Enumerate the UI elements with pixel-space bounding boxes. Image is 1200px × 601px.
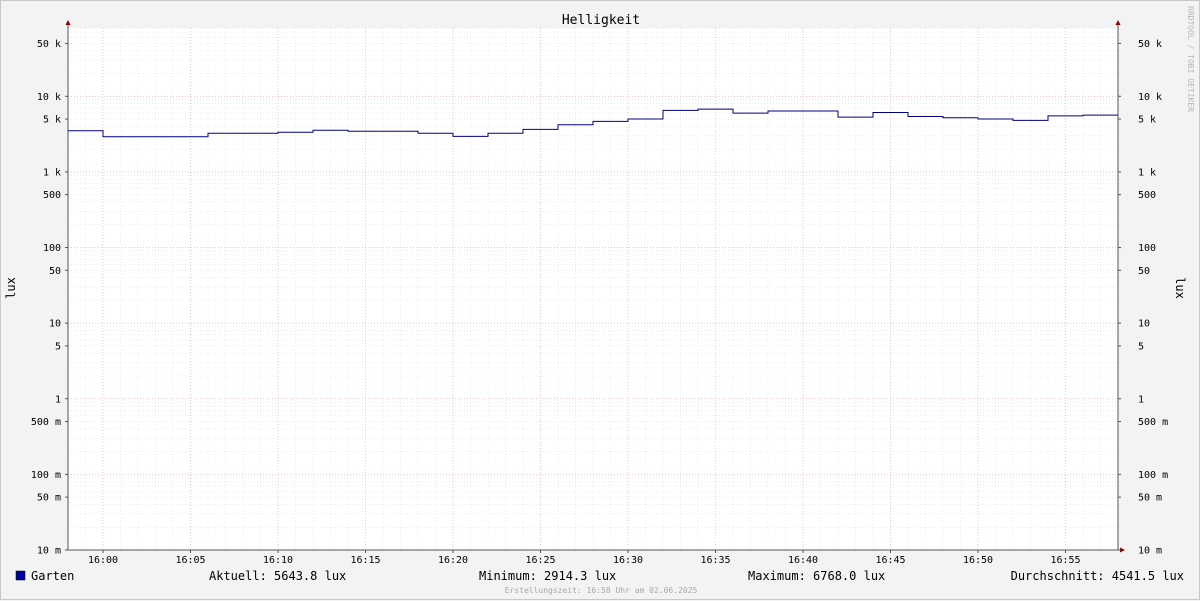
rrdtool-watermark: RRDTOOL / TOBI OETIKER [1186, 6, 1195, 112]
y-tick-label-left: 500 [43, 190, 61, 201]
y-axis-arrow-right [1115, 20, 1121, 25]
y-tick-label-right: 10 m [1138, 546, 1162, 557]
x-tick-label: 16:35 [700, 555, 730, 566]
y-tick-label-left: 10 [49, 319, 61, 330]
x-tick-label: 16:10 [263, 555, 293, 566]
x-tick-label: 16:55 [1050, 555, 1080, 566]
y-tick-label-right: 10 [1138, 319, 1150, 330]
y-tick-label-left: 50 [49, 266, 61, 277]
x-tick-label: 16:20 [438, 555, 468, 566]
chart-title: Helligkeit [562, 13, 640, 28]
y-tick-label-right: 5 [1138, 341, 1144, 352]
y-tick-label-left: 100 m [31, 470, 61, 481]
legend: Garten Aktuell: 5643.8 lux Minimum: 2914… [15, 569, 1184, 595]
y-tick-label-left: 10 k [37, 92, 61, 103]
y-tick-label-right: 100 m [1138, 470, 1168, 481]
y-axis-arrow-left [65, 20, 71, 25]
y-tick-label-left: 5 k [43, 115, 61, 126]
creation-time-footer: Erstellungszeit: 16:58 Uhr am 02.06.2025 [505, 586, 698, 595]
legend-swatch-garten [15, 570, 26, 581]
y-tick-label-left: 10 m [37, 546, 61, 557]
y-tick-label-right: 500 [1138, 190, 1156, 201]
legend-aktuell: Aktuell: 5643.8 lux [209, 569, 346, 583]
legend-durchschnitt: Durchschnitt: 4541.5 lux [1011, 569, 1184, 583]
legend-maximum: Maximum: 6768.0 lux [748, 569, 885, 583]
x-tick-label: 16:30 [613, 555, 643, 566]
legend-series-name: Garten [31, 569, 74, 583]
y-tick-label-left: 1 k [43, 167, 61, 178]
y-tick-label-left: 5 [55, 341, 61, 352]
y-tick-label-right: 50 m [1138, 493, 1162, 504]
x-tick-label: 16:00 [88, 555, 118, 566]
y-axis-label-right: lux [1173, 277, 1187, 299]
y-tick-label-left: 1 [55, 394, 61, 405]
x-tick-label: 16:50 [963, 555, 993, 566]
x-tick-label: 16:05 [175, 555, 205, 566]
y-tick-label-left: 100 [43, 243, 61, 254]
y-tick-label-right: 1 [1138, 394, 1144, 405]
x-tick-label: 16:45 [875, 555, 905, 566]
y-tick-label-right: 50 k [1138, 39, 1162, 50]
y-tick-label-left: 50 m [37, 493, 61, 504]
y-tick-label-right: 10 k [1138, 92, 1162, 103]
x-tick-label: 16:40 [788, 555, 818, 566]
y-tick-label-left: 50 k [37, 39, 61, 50]
y-tick-label-right: 100 [1138, 243, 1156, 254]
y-tick-label-right: 5 k [1138, 115, 1156, 126]
x-tick-label: 16:25 [525, 555, 555, 566]
graph-frame: Helligkeit lux lux RRDTOOL / TOBI OETIKE… [0, 0, 1200, 600]
y-tick-label-right: 500 m [1138, 417, 1168, 428]
legend-minimum: Minimum: 2914.3 lux [479, 569, 616, 583]
y-axis-label-left: lux [4, 277, 18, 299]
y-tick-label-left: 500 m [31, 417, 61, 428]
y-tick-label-right: 50 [1138, 266, 1150, 277]
x-tick-label: 16:15 [350, 555, 380, 566]
y-tick-label-right: 1 k [1138, 167, 1156, 178]
lux-chart: Helligkeit lux lux RRDTOOL / TOBI OETIKE… [4, 6, 1195, 595]
